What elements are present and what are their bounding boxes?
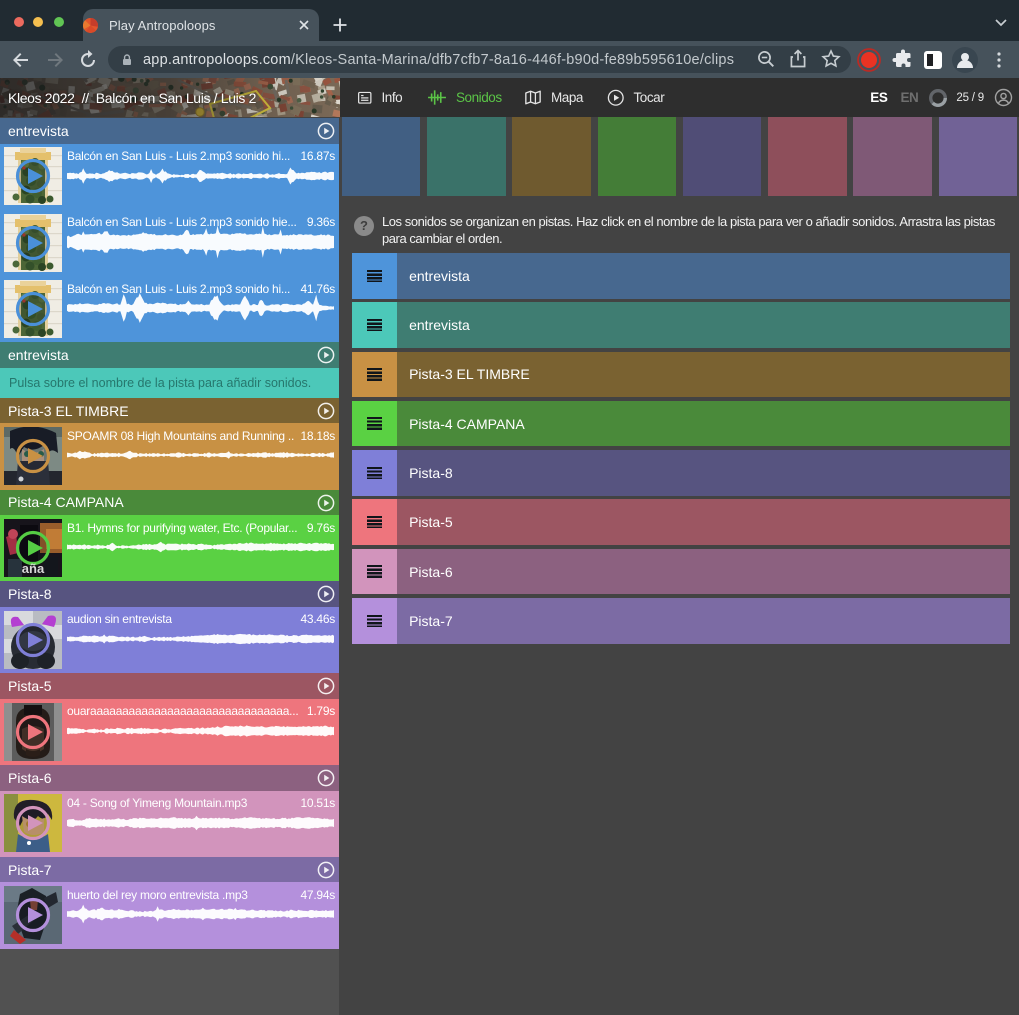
svg-text:aña: aña (22, 561, 45, 576)
